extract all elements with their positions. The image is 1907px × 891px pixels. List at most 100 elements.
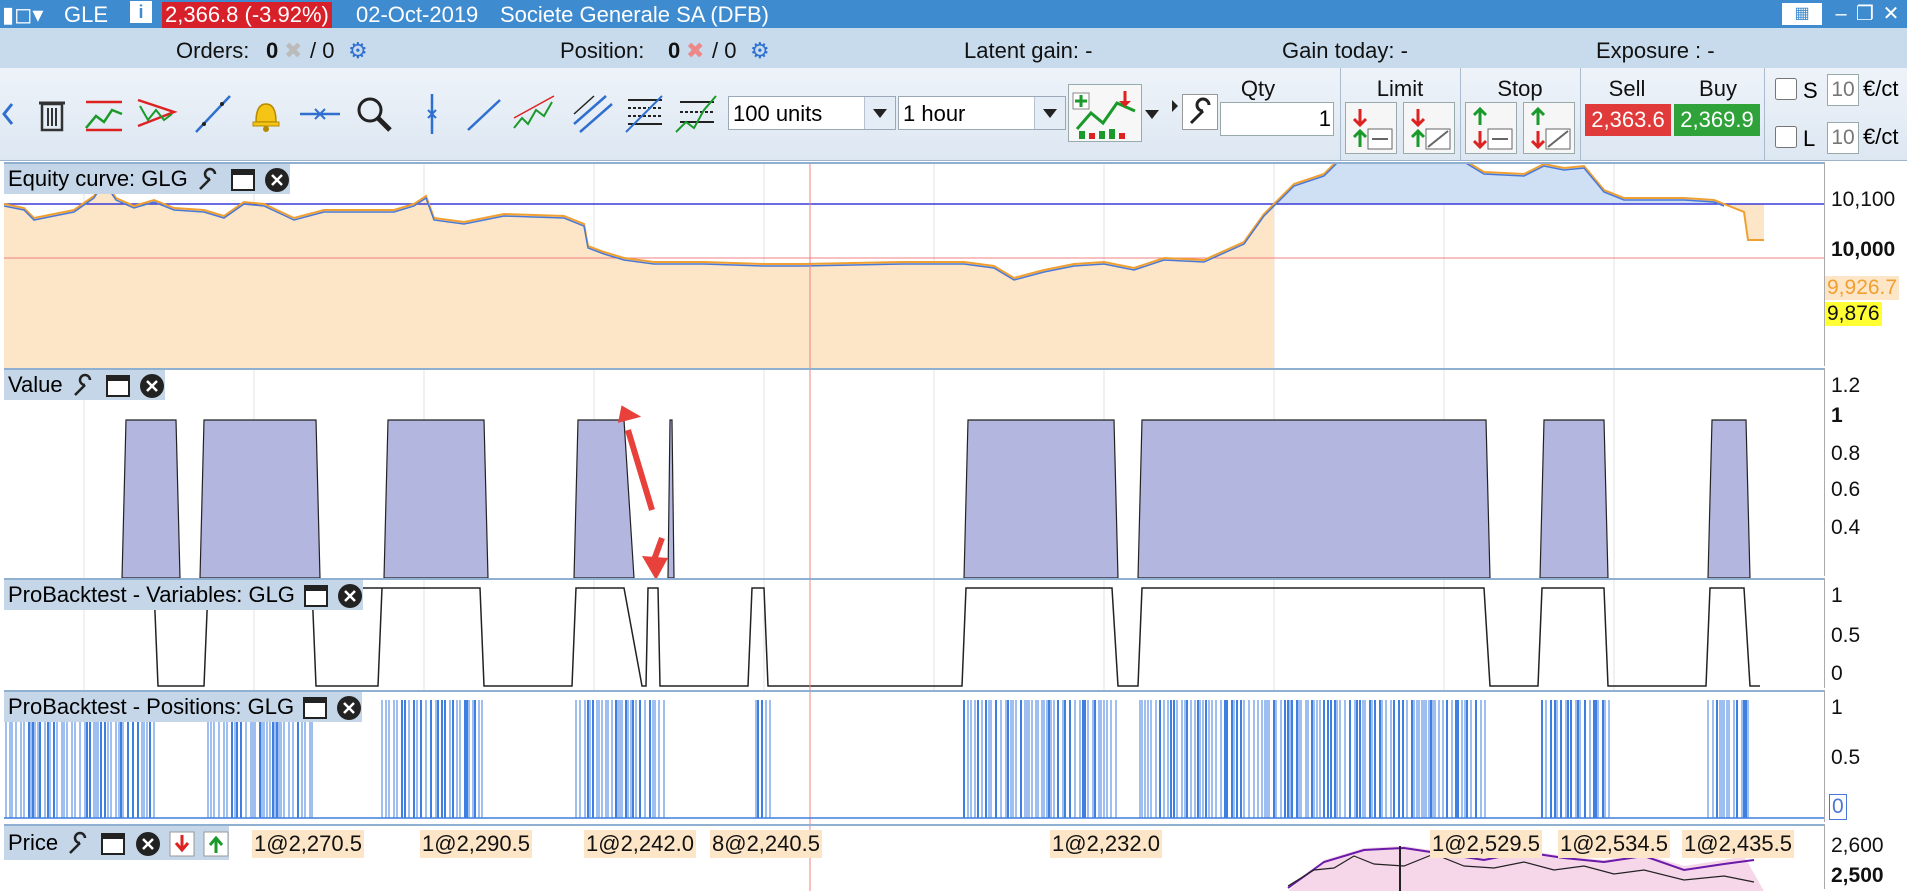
- value-panel[interactable]: Value: [4, 368, 1824, 578]
- s-input[interactable]: 10: [1827, 74, 1859, 106]
- close-position-icon[interactable]: ✖: [686, 38, 704, 64]
- channel-draw-icon[interactable]: [512, 92, 556, 136]
- orders-settings-icon[interactable]: ⚙: [348, 38, 368, 64]
- variables-axis: 1 0.5 0: [1824, 578, 1907, 688]
- qty-input[interactable]: [1220, 102, 1334, 136]
- wrench-icon[interactable]: [196, 167, 222, 193]
- close-panel-icon[interactable]: [336, 695, 362, 721]
- limit-checkbox[interactable]: [1775, 126, 1797, 148]
- trash-icon[interactable]: [30, 92, 74, 136]
- stop-checkbox[interactable]: [1775, 78, 1797, 100]
- alert-bell-icon[interactable]: [244, 92, 288, 136]
- l-unit: €/ct: [1863, 124, 1899, 149]
- close-panel-icon[interactable]: [135, 831, 161, 857]
- timeframe-select[interactable]: 1 hour: [898, 96, 1066, 130]
- position-settings-icon[interactable]: ⚙: [750, 38, 770, 64]
- close-panel-icon[interactable]: [264, 167, 290, 193]
- triangle-draw-icon[interactable]: [134, 92, 178, 136]
- equity-curve-panel[interactable]: Equity curve: GLG: [4, 162, 1824, 368]
- chart-type-icon[interactable]: ▮◻▾: [2, 2, 43, 28]
- trade-label: 1@2,270.5: [252, 830, 364, 858]
- ray-draw-icon[interactable]: [462, 92, 506, 136]
- gain-today: Gain today: -: [1282, 38, 1408, 63]
- vertical-line-icon[interactable]: [410, 92, 454, 136]
- axis-tick: 10,000: [1831, 238, 1896, 261]
- ticker-label[interactable]: GLE: [64, 2, 108, 28]
- maximize-panel-icon[interactable]: [302, 695, 328, 721]
- stop-column: Stop: [1460, 68, 1579, 160]
- maximize-panel-icon[interactable]: [100, 831, 126, 857]
- sell-order-icon[interactable]: [169, 831, 195, 857]
- horizontal-line-icon[interactable]: [298, 92, 342, 136]
- maximize-panel-icon[interactable]: [230, 167, 256, 193]
- minimize-icon[interactable]: –: [1830, 3, 1852, 25]
- keyboard-icon[interactable]: ▦: [1782, 3, 1822, 25]
- exposure: Exposure : -: [1596, 38, 1715, 63]
- value-panel-header: Value: [4, 370, 166, 400]
- close-icon[interactable]: ✕: [1880, 3, 1902, 25]
- position-value: 0: [668, 38, 681, 63]
- timeframe-select-value: 1 hour: [903, 101, 966, 126]
- add-indicator-icon[interactable]: [1068, 84, 1142, 142]
- axis-tick: 0.4: [1831, 516, 1861, 539]
- stop-buy-button[interactable]: [1465, 102, 1517, 154]
- price-panel[interactable]: Price 1@2,270.5 1@2,290.5 1@2,242.0 8@2,…: [4, 824, 1824, 891]
- equity-axis: 10,100 10,000 9,926.7 9,876: [1824, 162, 1907, 366]
- positions-panel-header: ProBacktest - Positions: GLG: [4, 692, 363, 722]
- value-chart: [83, 370, 1751, 578]
- price-panel-header: Price: [4, 826, 229, 860]
- trendline-draw-icon[interactable]: [82, 92, 126, 136]
- variables-panel[interactable]: ProBacktest - Variables: GLG: [4, 578, 1824, 690]
- trade-label: 1@2,232.0: [1050, 830, 1162, 858]
- axis-tick: 1.2: [1831, 374, 1861, 397]
- cancel-orders-icon[interactable]: ✖: [284, 38, 302, 64]
- axis-tick: 0.6: [1831, 478, 1861, 501]
- trade-label: 1@2,529.5: [1430, 830, 1542, 858]
- indicator-menu-chevron-icon[interactable]: [1142, 102, 1162, 126]
- units-select[interactable]: 100 units: [728, 96, 896, 130]
- restore-icon[interactable]: ❐: [1854, 3, 1876, 25]
- line-draw-icon[interactable]: [190, 92, 234, 136]
- limit-buy-button[interactable]: [1345, 102, 1397, 154]
- scroll-left-icon[interactable]: [0, 92, 16, 136]
- parallel-lines-icon[interactable]: [570, 92, 614, 136]
- wrench-icon[interactable]: [66, 831, 92, 857]
- trade-label: 1@2,435.5: [1682, 830, 1794, 858]
- axis-tick: 2,500: [1831, 864, 1884, 887]
- close-panel-icon[interactable]: [139, 373, 165, 399]
- chevron-down-icon[interactable]: [864, 97, 895, 129]
- axis-tick: 0.8: [1831, 442, 1861, 465]
- limit-sell-button[interactable]: [1403, 102, 1455, 154]
- variables-panel-header: ProBacktest - Variables: GLG: [4, 580, 364, 610]
- close-panel-icon[interactable]: [337, 583, 363, 609]
- chevron-down-icon[interactable]: [1034, 97, 1065, 129]
- equity-chart: [4, 164, 1824, 368]
- trade-label: 1@2,242.0: [584, 830, 696, 858]
- regression-channel-icon[interactable]: [674, 92, 718, 136]
- axis-tick: 0: [1829, 794, 1847, 820]
- sell-label: Sell: [1608, 76, 1646, 101]
- buy-order-icon[interactable]: [203, 831, 229, 857]
- info-icon[interactable]: i: [130, 1, 152, 23]
- positions-panel[interactable]: ProBacktest - Positions: GLG: [4, 690, 1824, 824]
- maximize-panel-icon[interactable]: [105, 373, 131, 399]
- l-input[interactable]: 10: [1827, 122, 1859, 154]
- title-bar: ▮◻▾ GLE i 2,366.8 (-3.92%) 02-Oct-2019 S…: [0, 0, 1907, 28]
- trade-label: 1@2,534.5: [1558, 830, 1670, 858]
- sell-button[interactable]: 2,363.6: [1585, 104, 1671, 136]
- trade-label: 8@2,240.5: [710, 830, 822, 858]
- maximize-panel-icon[interactable]: [303, 583, 329, 609]
- buy-button[interactable]: 2,369.9: [1674, 104, 1760, 136]
- axis-tick: 0.5: [1831, 746, 1861, 769]
- fibonacci-icon[interactable]: [622, 92, 666, 136]
- orders-value: 0: [266, 38, 279, 63]
- equity-marker-value: 9,876: [1825, 302, 1882, 326]
- stop-loss-column: S 10 €/ct L 10 €/ct: [1764, 68, 1907, 160]
- collapse-arrow-icon[interactable]: [1170, 98, 1180, 114]
- zoom-icon[interactable]: [352, 92, 396, 136]
- stop-sell-button[interactable]: [1523, 102, 1575, 154]
- orders-bar: Orders: 0 ✖ / 0 ⚙ Position: 0 ✖ / 0 ⚙ La…: [0, 28, 1907, 68]
- positions-panel-title: ProBacktest - Positions: GLG: [8, 694, 295, 719]
- axis-tick: 1: [1831, 696, 1843, 719]
- wrench-icon[interactable]: [71, 373, 97, 399]
